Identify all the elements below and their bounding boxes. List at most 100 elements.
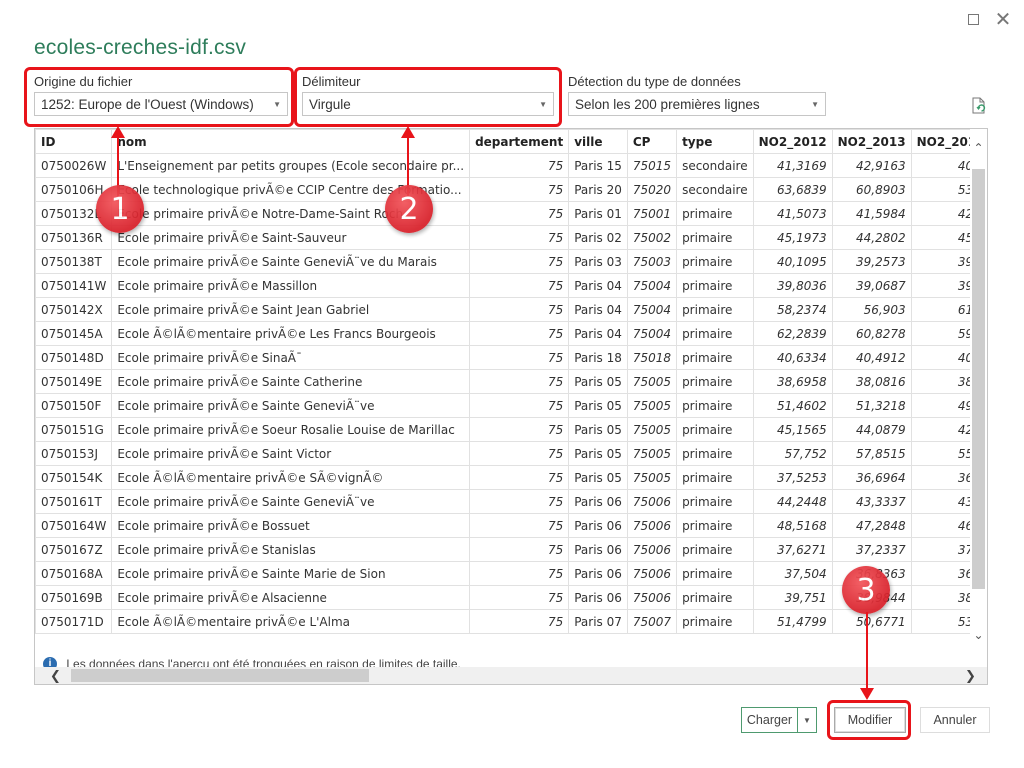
cell-city: Paris 06 <box>568 537 628 562</box>
cell-name: Ecole primaire privÃ©e Alsacienne <box>111 585 471 610</box>
column-header-postal-code[interactable]: CP <box>626 129 678 154</box>
cell-department: 75 <box>469 417 570 442</box>
cell-type: primaire <box>676 585 754 610</box>
cell-no2-2013: 44,2802 <box>831 225 912 250</box>
load-dropdown-button[interactable]: ▼ <box>797 707 817 733</box>
cell-name: Ecole primaire privÃ©e Bossuet <box>111 513 471 538</box>
cancel-button[interactable]: Annuler <box>920 707 990 733</box>
column-header-id[interactable]: ID <box>35 129 113 154</box>
cell-city: Paris 05 <box>568 441 628 466</box>
column-header-name[interactable]: nom <box>111 129 471 154</box>
cell-type: primaire <box>676 297 754 322</box>
horizontal-scrollbar[interactable]: ❮ ❯ <box>35 667 987 684</box>
cell-type: primaire <box>676 321 754 346</box>
cell-type: primaire <box>676 561 754 586</box>
cell-name: Ecole primaire privÃ©e Sainte GeneviÃ¨ve <box>111 393 471 418</box>
cell-postal-code: 75015 <box>626 153 678 178</box>
scroll-up-icon[interactable]: ⌃ <box>970 139 987 156</box>
cell-type: primaire <box>676 273 754 298</box>
dialog-title: ecoles-creches-idf.csv <box>34 36 247 59</box>
scroll-down-icon[interactable]: ⌄ <box>970 626 987 643</box>
cell-type: primaire <box>676 417 754 442</box>
data-type-detection-select[interactable]: Selon les 200 premières lignes ▼ <box>568 92 826 116</box>
column-header-department[interactable]: departement <box>469 129 570 154</box>
cell-no2-2012: 45,1973 <box>752 225 833 250</box>
cell-postal-code: 75002 <box>626 225 678 250</box>
cell-no2-2012: 51,4799 <box>752 609 833 634</box>
cell-city: Paris 18 <box>568 345 628 370</box>
cell-department: 75 <box>469 249 570 274</box>
scroll-right-icon[interactable]: ❯ <box>962 667 979 684</box>
cell-no2-2012: 62,2839 <box>752 321 833 346</box>
table-row: 0750142X Ecole primaire privÃ©e Saint Jea… <box>35 297 987 322</box>
cell-postal-code: 75005 <box>626 393 678 418</box>
cell-department: 75 <box>469 441 570 466</box>
cell-name: Ecole primaire privÃ©e Saint Victor <box>111 441 471 466</box>
delimiter-field: Délimiteur Virgule ▼ <box>302 74 557 116</box>
cell-no2-2013: 41,5984 <box>831 201 912 226</box>
annotation-badge-2: 2 <box>385 185 433 233</box>
cell-no2-2012: 40,6334 <box>752 345 833 370</box>
cell-type: primaire <box>676 441 754 466</box>
cell-no2-2013: 39,0687 <box>831 273 912 298</box>
maximize-icon <box>967 13 979 25</box>
cell-city: Paris 05 <box>568 417 628 442</box>
cell-postal-code: 75018 <box>626 345 678 370</box>
table-row: 0750154K Ecole Ã©lÃ©mentaire privÃ©e SÃ©v… <box>35 465 987 490</box>
cell-name: Ecole primaire privÃ©e Sainte GeneviÃ¨ve… <box>111 249 471 274</box>
cell-name: Ecole Ã©lÃ©mentaire privÃ©e Les Francs B… <box>111 321 471 346</box>
cell-name: Ecole primaire privÃ©e Sainte Catherine <box>111 369 471 394</box>
maximize-button[interactable] <box>960 6 986 32</box>
cell-no2-2013: 47,2848 <box>831 513 912 538</box>
cell-id: 0750148D <box>35 345 113 370</box>
cell-department: 75 <box>469 513 570 538</box>
column-header-city[interactable]: ville <box>568 129 628 154</box>
cell-city: Paris 02 <box>568 225 628 250</box>
load-button[interactable]: Charger <box>741 707 797 733</box>
cell-no2-2012: 41,3169 <box>752 153 833 178</box>
cell-department: 75 <box>469 465 570 490</box>
cell-no2-2012: 37,504 <box>752 561 833 586</box>
cell-city: Paris 04 <box>568 297 628 322</box>
cell-city: Paris 04 <box>568 273 628 298</box>
cell-type: primaire <box>676 465 754 490</box>
cell-department: 75 <box>469 153 570 178</box>
cell-department: 75 <box>469 321 570 346</box>
column-header-type[interactable]: type <box>676 129 754 154</box>
cell-id: 0750154K <box>35 465 113 490</box>
table-row: 0750149E Ecole primaire privÃ©e Sainte Ca… <box>35 369 987 394</box>
horizontal-scroll-thumb[interactable] <box>71 669 369 682</box>
table-row: 0750106H Ecole technologique privÃ©e CCIP… <box>35 177 987 202</box>
file-origin-value: 1252: Europe de l'Ouest (Windows) <box>41 96 254 112</box>
edit-button[interactable]: Modifier <box>834 707 906 733</box>
cell-city: Paris 04 <box>568 321 628 346</box>
delimiter-value: Virgule <box>309 96 351 112</box>
cell-no2-2013: 42,9163 <box>831 153 912 178</box>
cell-type: primaire <box>676 249 754 274</box>
cell-id: 0750153J <box>35 441 113 466</box>
table-row: 0750148D Ecole primaire privÃ©e SinaÃ¯ 75 P… <box>35 345 987 370</box>
cell-no2-2013: 51,3218 <box>831 393 912 418</box>
cell-postal-code: 75020 <box>626 177 678 202</box>
column-header-no2-2013[interactable]: NO2_2013 <box>831 129 912 154</box>
cell-department: 75 <box>469 585 570 610</box>
cell-city: Paris 20 <box>568 177 628 202</box>
cell-id: 0750168A <box>35 561 113 586</box>
annotation-arrow-3-head <box>860 688 874 700</box>
scroll-left-icon[interactable]: ❮ <box>47 667 64 684</box>
cell-id: 0750151G <box>35 417 113 442</box>
refresh-preview-icon[interactable] <box>972 97 986 114</box>
cell-no2-2013: 36,6964 <box>831 465 912 490</box>
cell-city: Paris 06 <box>568 585 628 610</box>
close-button[interactable]: ✕ <box>990 6 1016 32</box>
cell-name: Ecole Ã©lÃ©mentaire privÃ©e L'Alma <box>111 609 471 634</box>
table-row: 0750164W Ecole primaire privÃ©e Bossuet 75… <box>35 513 987 538</box>
table-header-row: ID nom departement ville CP type NO2_2012 NO2_2… <box>35 129 987 154</box>
file-origin-select[interactable]: 1252: Europe de l'Ouest (Windows) ▼ <box>34 92 288 116</box>
vertical-scroll-thumb[interactable] <box>972 169 985 589</box>
cell-type: secondaire <box>676 177 754 202</box>
column-header-no2-2012[interactable]: NO2_2012 <box>752 129 833 154</box>
delimiter-select[interactable]: Virgule ▼ <box>302 92 554 116</box>
cell-postal-code: 75006 <box>626 537 678 562</box>
vertical-scrollbar[interactable]: ⌃ ⌄ <box>970 129 987 643</box>
